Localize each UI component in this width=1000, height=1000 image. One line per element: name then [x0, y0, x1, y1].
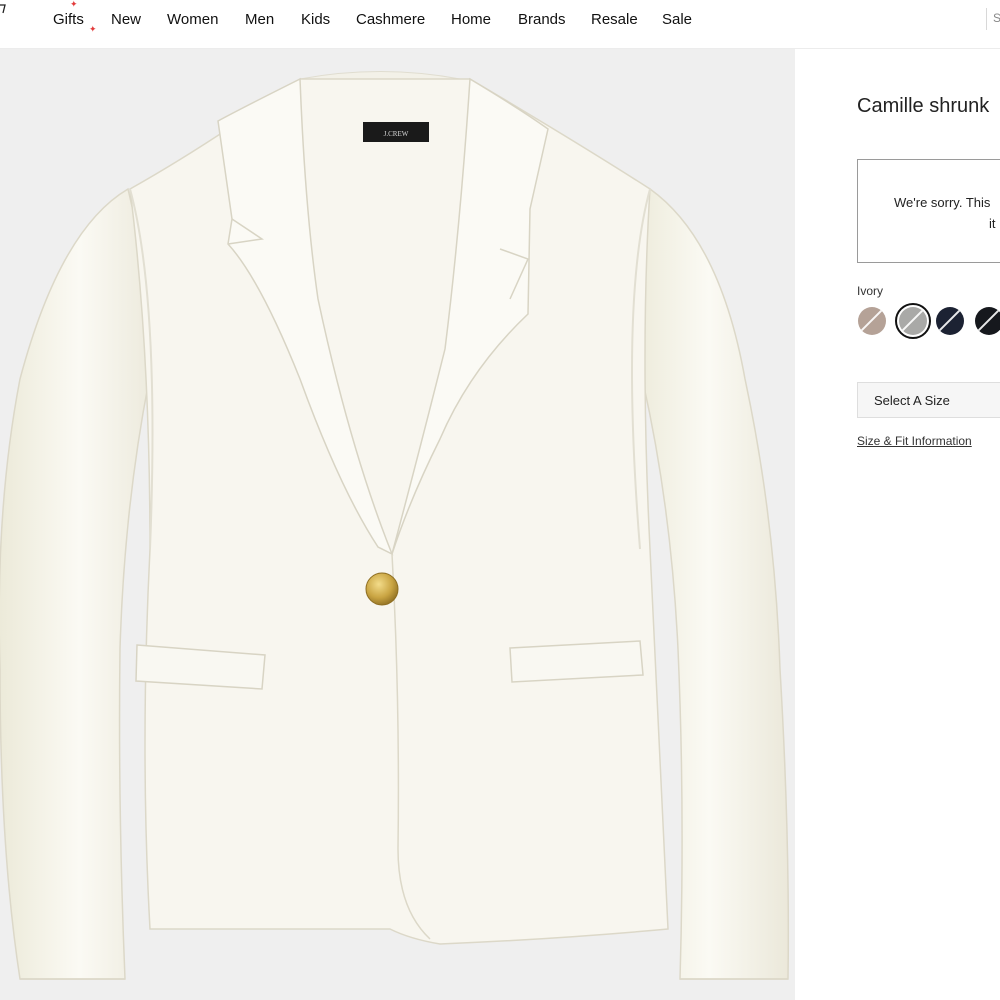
- nav-item-gifts[interactable]: Gifts: [53, 11, 84, 28]
- nav-item-sale[interactable]: Sale: [662, 11, 692, 28]
- unavailable-slash-icon: [937, 307, 963, 333]
- unavailable-slash-icon: [976, 307, 1000, 333]
- nav-item-cashmere[interactable]: Cashmere: [356, 11, 425, 28]
- nav-item-women[interactable]: Women: [167, 11, 218, 28]
- gift-sparkle-icon: ✦: [70, 0, 78, 9]
- navy-swatch[interactable]: [936, 307, 964, 335]
- selected-color-label: Ivory: [857, 284, 884, 298]
- nav-item-kids[interactable]: Kids: [301, 11, 330, 28]
- unavailable-line-2: it: [989, 216, 996, 231]
- product-image[interactable]: J.CREW: [0, 49, 795, 1000]
- blazer-illustration: J.CREW: [0, 71, 790, 980]
- product-title: Camille shrunk: [857, 95, 990, 117]
- beige-swatch[interactable]: [858, 307, 886, 335]
- nav-item-new[interactable]: New: [111, 11, 141, 28]
- product-details-panel: Camille shrunk We're sorry. This it Ivor…: [795, 49, 1000, 1000]
- logo-fragment-icon[interactable]: [0, 4, 6, 14]
- nav-item-men[interactable]: Men: [245, 11, 274, 28]
- size-fit-link[interactable]: Size & Fit Information: [857, 434, 972, 448]
- unavailable-notice: We're sorry. This it: [857, 159, 1000, 263]
- nav-item-resale[interactable]: Resale: [591, 11, 638, 28]
- grey-swatch[interactable]: [895, 303, 931, 339]
- size-select[interactable]: Select A Size: [857, 382, 1000, 418]
- top-navigation: ✦ Gifts ✦ New Women Men Kids Cashmere Ho…: [0, 0, 1000, 49]
- size-select-label: Select A Size: [874, 393, 950, 408]
- black-swatch[interactable]: [975, 307, 1000, 335]
- nav-item-home[interactable]: Home: [451, 11, 491, 28]
- unavailable-line-1: We're sorry. This: [894, 195, 991, 210]
- unavailable-message: We're sorry. This it: [894, 192, 1000, 234]
- nav-item-brands[interactable]: Brands: [518, 11, 566, 28]
- unavailable-slash-icon: [859, 307, 885, 333]
- search-placeholder: S: [993, 11, 1000, 25]
- brand-label-text: J.CREW: [384, 130, 409, 138]
- gift-sparkle-icon: ✦: [89, 24, 97, 34]
- search-input[interactable]: S: [986, 8, 1000, 30]
- gold-button-icon: [365, 572, 399, 606]
- unavailable-slash-icon: [900, 307, 926, 333]
